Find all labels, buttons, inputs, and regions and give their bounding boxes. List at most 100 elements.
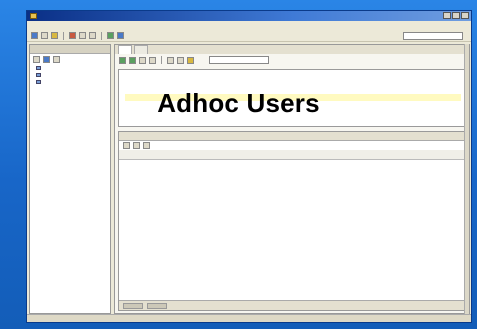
minimize-icon[interactable] [443, 12, 451, 19]
status-bar [27, 314, 471, 322]
tab-explain[interactable] [142, 132, 148, 140]
vertical-scrollbar[interactable] [464, 44, 469, 314]
toolbar-divider [161, 56, 162, 64]
table-row[interactable] [119, 215, 467, 223]
table-row[interactable] [119, 191, 467, 199]
table-cell [119, 199, 206, 207]
footer-tab[interactable] [123, 302, 143, 309]
tree-item[interactable] [30, 71, 110, 78]
tab-script-output[interactable] [132, 132, 138, 140]
tab-worksheet[interactable] [118, 45, 132, 54]
table-cell [119, 215, 206, 223]
pin-icon[interactable] [123, 142, 130, 149]
table-row[interactable] [119, 207, 467, 215]
table-cell [380, 183, 467, 191]
tree-item[interactable] [30, 78, 110, 85]
tree-item[interactable] [30, 64, 110, 71]
tab-dbms-output[interactable] [162, 132, 168, 140]
table-row[interactable] [119, 231, 467, 239]
export-icon[interactable] [133, 142, 140, 149]
table-cell [206, 215, 293, 223]
table-cell [293, 215, 380, 223]
table-cell [380, 191, 467, 199]
open-icon[interactable] [41, 32, 48, 39]
table-cell [293, 223, 380, 231]
rollback-icon[interactable] [149, 56, 156, 64]
app-icon [30, 13, 37, 19]
run-script-icon[interactable] [129, 56, 136, 64]
table-row[interactable] [119, 199, 467, 207]
close-icon[interactable] [461, 12, 469, 19]
save-icon[interactable] [51, 32, 58, 39]
cut-icon[interactable] [69, 32, 76, 39]
copy-icon[interactable] [79, 32, 86, 39]
tab-autotrace[interactable] [152, 132, 158, 140]
worksheet-pane [114, 44, 470, 314]
database-icon [36, 72, 41, 77]
tab-owa-output[interactable] [172, 132, 178, 140]
table-cell [380, 207, 467, 215]
connections-header [30, 45, 110, 54]
column-header[interactable] [119, 150, 206, 160]
table-cell [380, 215, 467, 223]
table-cell [206, 167, 293, 175]
results-tabs [119, 132, 467, 141]
table-cell [293, 191, 380, 199]
table-cell [206, 207, 293, 215]
main-toolbar [27, 30, 471, 42]
results-panel [118, 131, 468, 311]
maximize-icon[interactable] [452, 12, 460, 19]
footer-tab[interactable] [147, 302, 167, 309]
tab-results[interactable] [122, 132, 128, 140]
table-row[interactable] [119, 159, 467, 167]
execute-icon[interactable] [119, 56, 126, 64]
add-connection-icon[interactable] [43, 55, 50, 63]
database-icon [36, 79, 41, 84]
explain-icon[interactable] [167, 56, 174, 64]
table-cell [293, 231, 380, 239]
run-icon[interactable] [107, 32, 114, 39]
connect-icon[interactable] [117, 32, 124, 39]
table-cell [293, 159, 380, 167]
connection-select[interactable] [209, 56, 269, 64]
folder-icon [36, 65, 41, 70]
table-cell [293, 167, 380, 175]
menu-bar [27, 21, 471, 30]
table-cell [206, 199, 293, 207]
table-row[interactable] [119, 183, 467, 191]
new-icon[interactable] [31, 32, 38, 39]
table-row[interactable] [119, 175, 467, 183]
refresh-icon[interactable] [33, 55, 40, 63]
column-header[interactable] [293, 150, 380, 160]
column-header[interactable] [206, 150, 293, 160]
column-header[interactable] [380, 150, 467, 160]
commit-icon[interactable] [139, 56, 146, 64]
editor-toolbar [115, 54, 469, 66]
filter-icon[interactable] [53, 55, 60, 63]
toolbar-combo[interactable] [403, 31, 463, 40]
sort-icon[interactable] [143, 142, 150, 149]
clear-icon[interactable] [187, 56, 194, 64]
table-cell [380, 159, 467, 167]
table-cell [206, 191, 293, 199]
slide-title: Adhoc Users [157, 88, 320, 118]
table-cell [206, 175, 293, 183]
paste-icon[interactable] [89, 32, 96, 39]
sql-line [125, 73, 461, 80]
table-cell [119, 207, 206, 215]
tab-worksheet[interactable] [134, 45, 148, 54]
autotrace-icon[interactable] [177, 56, 184, 64]
window-titlebar[interactable] [27, 11, 471, 21]
table-row[interactable] [119, 167, 467, 175]
results-footer [119, 300, 467, 310]
table-row[interactable] [119, 223, 467, 231]
table-cell [119, 223, 206, 231]
table-cell [119, 167, 206, 175]
sql-line [125, 80, 461, 87]
table-cell [206, 183, 293, 191]
table-cell [206, 159, 293, 167]
table-cell [380, 175, 467, 183]
table-cell [119, 191, 206, 199]
results-grid [119, 150, 467, 239]
table-cell [380, 199, 467, 207]
